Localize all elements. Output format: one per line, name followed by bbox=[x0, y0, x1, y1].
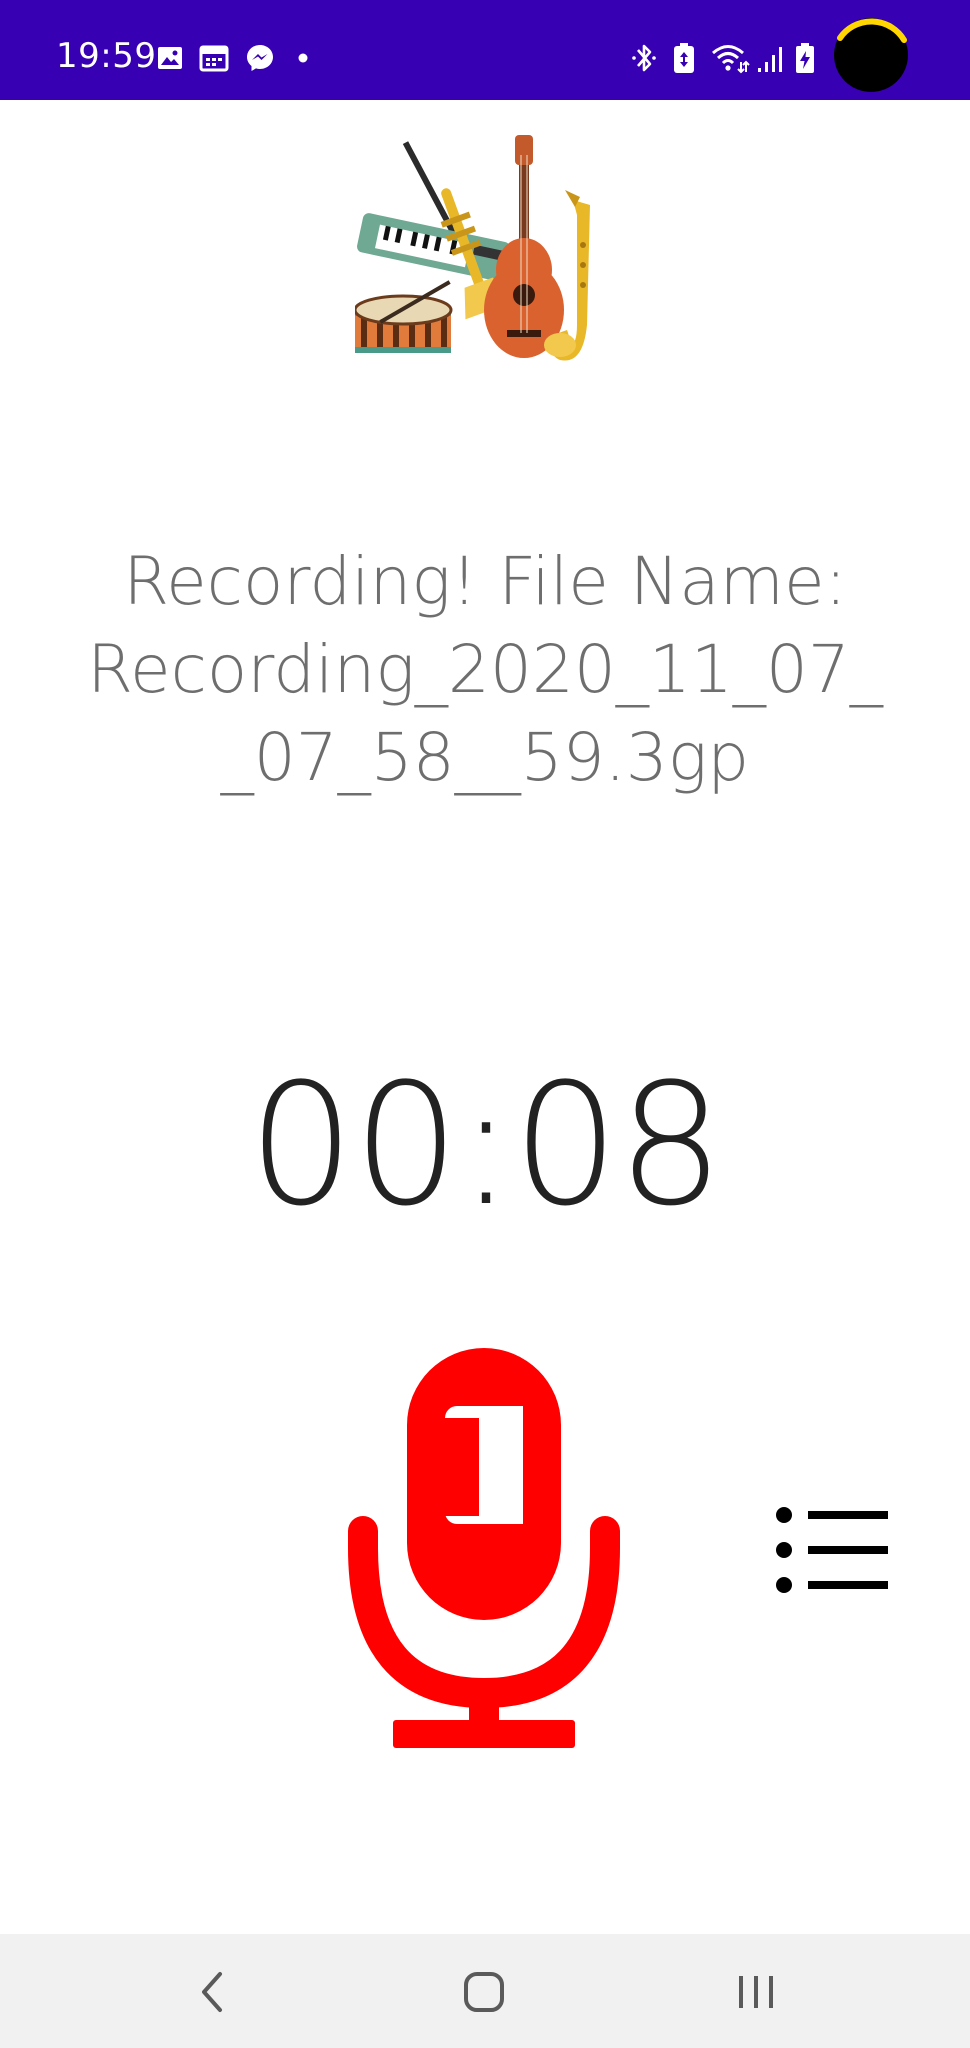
recording-timer: 00:08 bbox=[247, 1047, 724, 1243]
dot-icon bbox=[298, 53, 308, 63]
calendar-icon bbox=[199, 45, 229, 72]
recording-message: Recording! File Name: Recording_2020_11_… bbox=[40, 538, 930, 802]
status-time: 19:59 bbox=[56, 36, 157, 76]
bluetooth-icon bbox=[632, 44, 656, 72]
signal-icon bbox=[758, 47, 782, 72]
messenger-icon bbox=[247, 45, 273, 71]
recorder-screen: 19:59 Recording! File Name: Recording_20… bbox=[0, 0, 970, 2048]
recents-icon[interactable] bbox=[726, 1962, 786, 2022]
navigation-bar bbox=[0, 1934, 970, 2048]
wifi-icon bbox=[712, 45, 750, 74]
camera-ring-icon bbox=[837, 18, 907, 43]
list-icon[interactable] bbox=[772, 1505, 890, 1595]
music-instruments-logo bbox=[355, 135, 590, 361]
battery-saver-icon bbox=[674, 43, 694, 73]
recording-message-line1: Recording! File Name: bbox=[123, 543, 847, 620]
home-icon[interactable] bbox=[454, 1962, 514, 2022]
recording-message-line2: Recording_2020_11_07_ bbox=[87, 631, 883, 708]
status-bar: 19:59 bbox=[0, 0, 970, 100]
recording-message-line3: _07_58__59.3gp bbox=[220, 719, 750, 796]
microphone-icon[interactable] bbox=[345, 1348, 625, 1748]
back-icon[interactable] bbox=[182, 1962, 242, 2022]
battery-charging-icon bbox=[796, 43, 814, 73]
image-icon bbox=[158, 47, 182, 69]
